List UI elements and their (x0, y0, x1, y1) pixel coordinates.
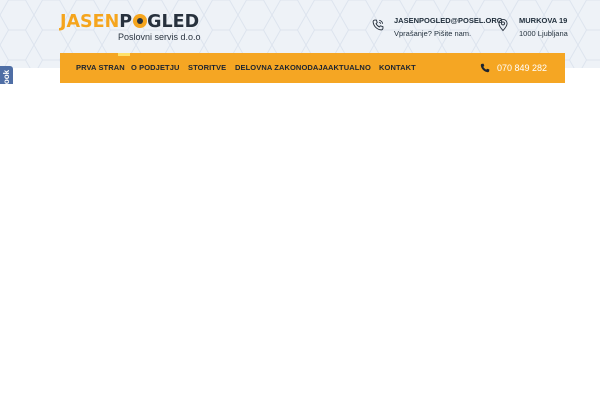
logo-eye-icon (132, 14, 147, 28)
phone-icon (372, 19, 384, 31)
contact-email[interactable]: JASENPOGLED@POSEL.ORG (394, 14, 503, 27)
map-pin-icon (498, 18, 508, 32)
logo-wordmark: JASENP GLED (60, 12, 199, 32)
nav-phone-link[interactable]: 070 849 282 (479, 53, 547, 83)
contact-address-block: MURKOVA 19 1000 Ljubljana (496, 14, 568, 40)
nav-item-aktualno[interactable]: AKTUALNO (328, 53, 371, 83)
nav-item-kontakt[interactable]: KONTAKT (379, 53, 416, 83)
nav-item-storitve[interactable]: STORITVE (188, 53, 226, 83)
nav-item-delovna-zakonodaja[interactable]: DELOVNA ZAKONODAJA (235, 53, 328, 83)
page-content (0, 84, 600, 400)
phone-icon (480, 63, 490, 73)
contact-email-block: JASENPOGLED@POSEL.ORG Vprašanje? Pišite … (371, 14, 503, 40)
contact-address-street: MURKOVA 19 (519, 16, 568, 25)
logo-text-jasen: JASEN (60, 12, 120, 32)
contact-email-note: Vprašanje? Pišite nam. (394, 29, 472, 38)
logo-text-p: P (119, 12, 133, 32)
main-navigation: PRVA STRAN O PODJETJU STORITVE DELOVNA Z… (60, 53, 565, 83)
contact-address-city: 1000 Ljubljana (519, 29, 568, 38)
nav-phone-number: 070 849 282 (496, 63, 547, 73)
nav-item-prva-stran[interactable]: PRVA STRAN (76, 53, 125, 83)
logo-text-gled: GLED (147, 12, 200, 32)
nav-item-o-podjetju[interactable]: O PODJETJU (131, 53, 180, 83)
logo-subtitle: Poslovni servis d.o.o (118, 32, 201, 42)
site-logo[interactable]: JASENP GLED Poslovni servis d.o.o (60, 12, 201, 46)
